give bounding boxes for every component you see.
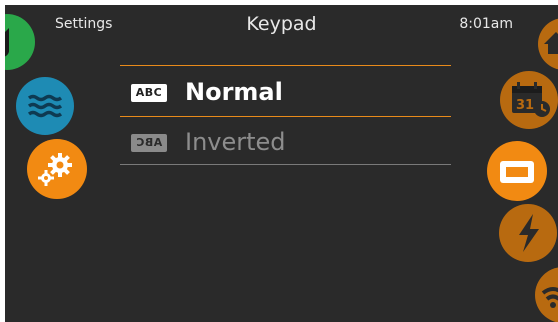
keypad-icon[interactable] [487, 141, 547, 201]
wifi-icon[interactable] [535, 267, 558, 322]
abc-inverted-icon: ABC [131, 134, 167, 152]
abc-normal-icon: ABC [131, 84, 167, 102]
selected-divider [120, 116, 451, 117]
home-icon[interactable] [538, 18, 558, 70]
option-inverted[interactable]: ABC Inverted [120, 118, 451, 164]
calendar-icon[interactable]: 31 [500, 71, 558, 129]
bottom-divider [120, 164, 451, 165]
water-icon[interactable] [16, 77, 74, 135]
gears-icon[interactable] [27, 139, 87, 199]
top-divider [120, 65, 451, 66]
option-normal[interactable]: ABC Normal [120, 68, 451, 114]
clock: 8:01am [459, 16, 513, 32]
lightning-icon[interactable] [499, 204, 557, 262]
music-icon[interactable] [5, 14, 35, 70]
option-normal-label: Normal [185, 78, 283, 106]
keypad-settings-screen: Settings Keypad 8:01am ABC Normal ABC In… [5, 5, 558, 322]
option-inverted-label: Inverted [185, 128, 286, 156]
calendar-day: 31 [516, 98, 534, 113]
